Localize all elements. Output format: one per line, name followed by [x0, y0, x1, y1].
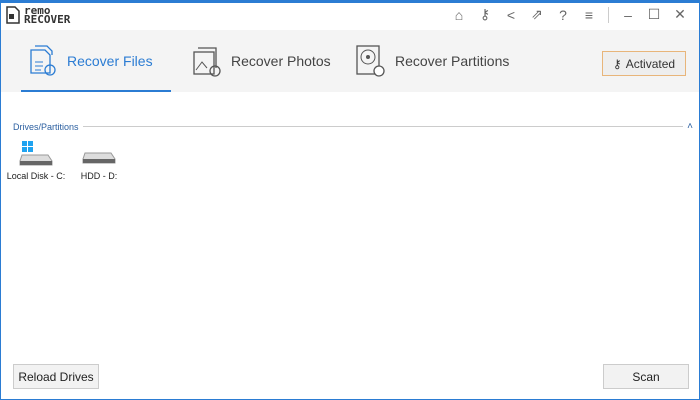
logo-icon — [6, 6, 20, 24]
hard-drive-icon — [82, 152, 116, 164]
collapse-icon[interactable]: ˄ — [687, 121, 693, 132]
maximize-icon[interactable]: ☐ — [641, 6, 667, 23]
tab-bar: Recover Files Recover Photos Recover Par… — [1, 30, 699, 92]
tab-label: Recover Partitions — [395, 53, 510, 69]
share-icon[interactable]: < — [498, 7, 524, 23]
app-window: remo RECOVER ⌂ ⚷ < ⇗ ? ≡ – ☐ ✕ Recover Fi… — [0, 0, 700, 400]
close-icon[interactable]: ✕ — [667, 6, 693, 23]
title-bar: remo RECOVER ⌂ ⚷ < ⇗ ? ≡ – ☐ ✕ — [1, 3, 699, 30]
help-icon[interactable]: ? — [550, 7, 576, 23]
system-drive-icon — [19, 141, 53, 166]
key-icon: ⚷ — [612, 56, 622, 71]
scan-button[interactable]: Scan — [603, 364, 689, 389]
tab-recover-partitions[interactable]: Recover Partitions — [355, 30, 509, 92]
tab-recover-files[interactable]: Recover Files — [21, 30, 171, 92]
menu-icon[interactable]: ≡ — [576, 7, 602, 23]
files-icon — [30, 45, 56, 76]
activated-button[interactable]: ⚷ Activated — [602, 51, 686, 76]
external-link-icon[interactable]: ⇗ — [524, 6, 550, 23]
tab-recover-photos[interactable]: Recover Photos — [191, 30, 331, 92]
photos-icon — [193, 47, 221, 77]
key-icon[interactable]: ⚷ — [472, 6, 498, 23]
divider — [608, 6, 609, 23]
divider — [82, 126, 684, 127]
reload-drives-button[interactable]: Reload Drives — [13, 364, 99, 389]
drive-label: HDD - D: — [80, 171, 118, 181]
drive-item-d[interactable]: HDD - D: — [69, 141, 129, 181]
drive-item-c[interactable]: Local Disk - C: — [6, 141, 66, 181]
tab-label: Recover Files — [67, 53, 153, 69]
drives-section-header: Drives/Partitions ˄ — [13, 121, 693, 132]
app-logo: remo RECOVER — [5, 5, 71, 26]
drive-label: Local Disk - C: — [6, 171, 66, 181]
logo-text-bottom: RECOVER — [24, 13, 71, 26]
activated-label: Activated — [625, 56, 676, 71]
tab-label: Recover Photos — [231, 53, 331, 69]
minimize-icon[interactable]: – — [615, 7, 641, 23]
partition-icon — [356, 45, 385, 77]
home-icon[interactable]: ⌂ — [446, 7, 472, 23]
section-title: Drives/Partitions — [13, 121, 79, 132]
